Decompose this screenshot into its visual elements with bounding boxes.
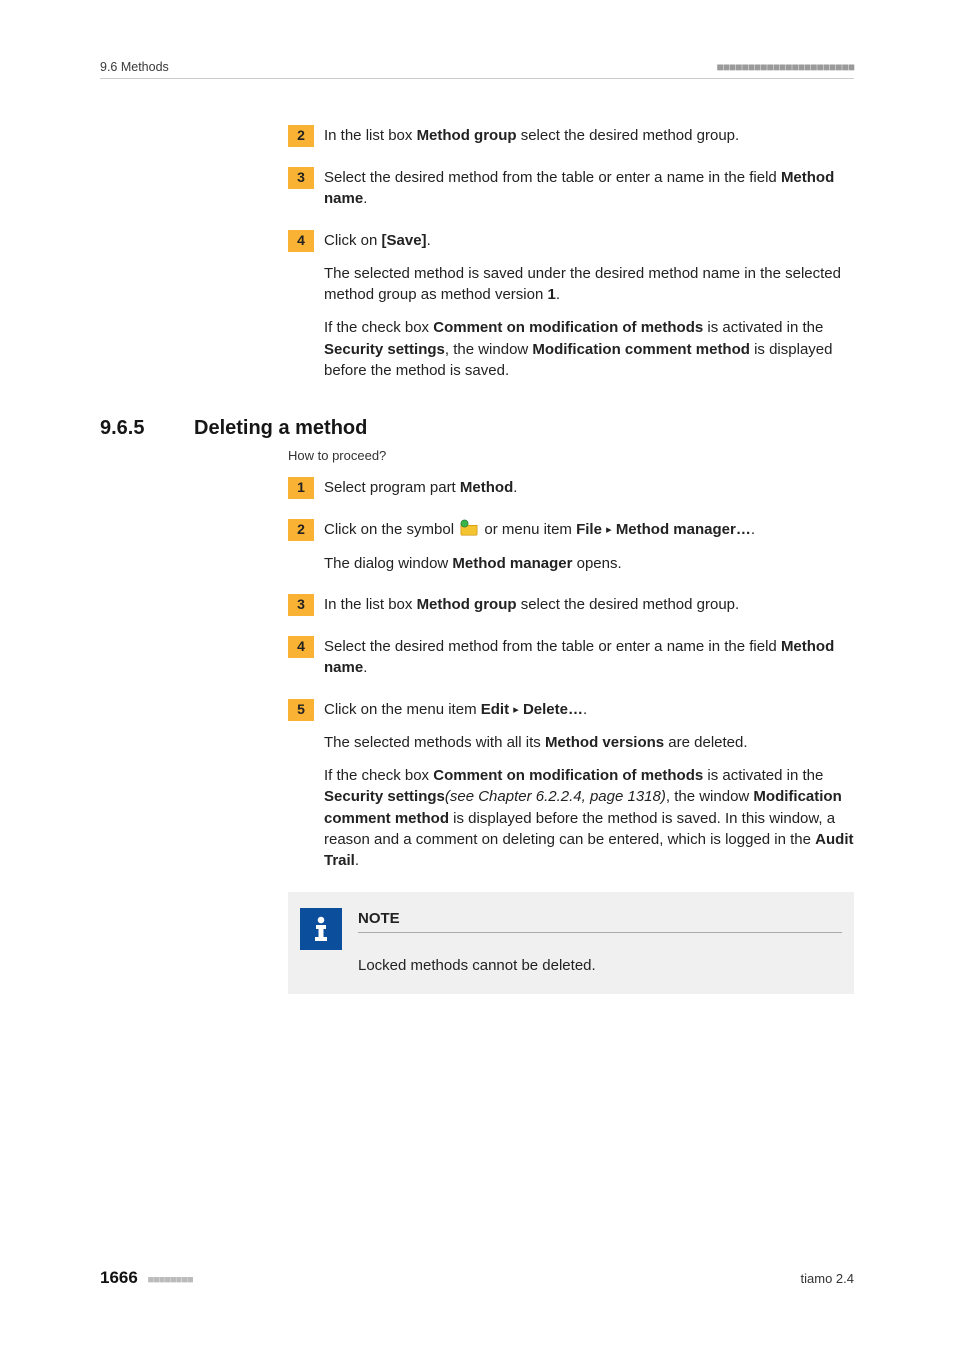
step-number: 3: [288, 594, 314, 616]
method-manager-icon: [460, 519, 478, 537]
step-text: The selected methods with all its Method…: [324, 732, 854, 753]
step-number: 2: [288, 519, 314, 541]
numbered-step: 4 Select the desired method from the tabl…: [288, 636, 854, 679]
step-number: 3: [288, 167, 314, 189]
step-text: Click on the symbol or menu item File ▸ …: [324, 519, 854, 540]
steps-group-b: 1 Select program part Method. 2 Click on th…: [288, 477, 854, 871]
step-number: 5: [288, 699, 314, 721]
menu-separator-icon: ▸: [513, 704, 519, 716]
numbered-step: 2 Click on the symbol or menu item File ▸…: [288, 519, 854, 574]
menu-separator-icon: ▸: [606, 524, 612, 536]
section-title: Deleting a method: [194, 417, 367, 440]
section-number: 9.6.5: [100, 417, 194, 440]
step-text: Select the desired method from the table…: [324, 636, 854, 679]
step-text: Select program part Method.: [324, 477, 854, 498]
step-text: The dialog window Method manager opens.: [324, 553, 854, 574]
numbered-step: 2 In the list box Method group select the…: [288, 125, 854, 147]
numbered-step: 1 Select program part Method.: [288, 477, 854, 499]
header-dashes: ■■■■■■■■■■■■■■■■■■■■■■: [717, 60, 854, 74]
step-text: Click on the menu item Edit ▸ Delete….: [324, 699, 854, 720]
step-number: 4: [288, 230, 314, 252]
numbered-step: 5 Click on the menu item Edit ▸ Delete…. T…: [288, 699, 854, 872]
step-text: If the check box Comment on modification…: [324, 317, 854, 381]
page-number: 1666: [100, 1268, 138, 1287]
header-section: 9.6 Methods: [100, 60, 169, 74]
numbered-step: 4 Click on [Save]. The selected method is …: [288, 230, 854, 382]
step-text: The selected method is saved under the d…: [324, 263, 854, 306]
page-footer: 1666 ■■■■■■■■ tiamo 2.4: [100, 1268, 854, 1288]
note-title: NOTE: [358, 908, 842, 933]
numbered-step: 3 Select the desired method from the tabl…: [288, 167, 854, 210]
steps-group-a: 2 In the list box Method group select the…: [288, 125, 854, 381]
step-number: 2: [288, 125, 314, 147]
step-text: Select the desired method from the table…: [324, 167, 854, 210]
product-name: tiamo 2.4: [801, 1271, 854, 1286]
step-number: 1: [288, 477, 314, 499]
footer-dashes: ■■■■■■■■: [147, 1274, 192, 1286]
note-body: Locked methods cannot be deleted.: [358, 955, 842, 976]
step-text: In the list box Method group select the …: [324, 125, 854, 146]
section-heading: 9.6.5 Deleting a method: [100, 417, 854, 440]
howto-line: How to proceed?: [288, 448, 854, 463]
info-icon: [300, 908, 342, 950]
step-text: Click on [Save].: [324, 230, 854, 251]
numbered-step: 3 In the list box Method group select the…: [288, 594, 854, 616]
step-text: If the check box Comment on modification…: [324, 765, 854, 871]
step-number: 4: [288, 636, 314, 658]
running-header: 9.6 Methods ■■■■■■■■■■■■■■■■■■■■■■: [100, 60, 854, 79]
step-text: In the list box Method group select the …: [324, 594, 854, 615]
note-box: NOTE Locked methods cannot be deleted.: [288, 892, 854, 995]
